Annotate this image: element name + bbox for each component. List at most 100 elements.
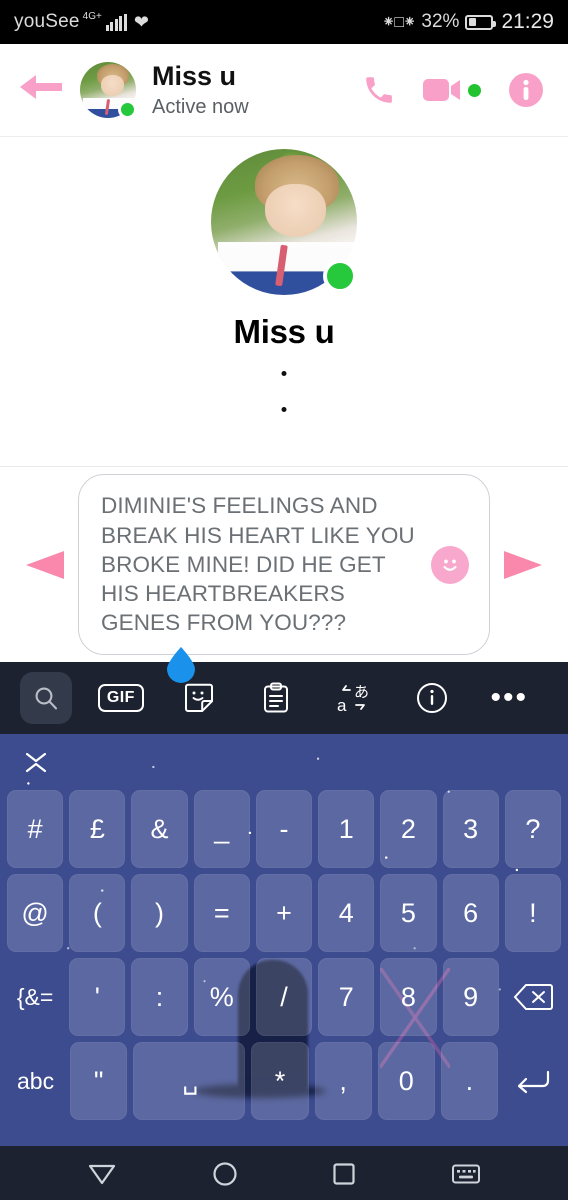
key-hyphen[interactable]: -: [255, 790, 313, 868]
avatar[interactable]: [80, 62, 137, 119]
info-button[interactable]: [508, 72, 544, 108]
video-call-button[interactable]: [423, 77, 481, 103]
key-alpha-switch[interactable]: abc: [7, 1042, 64, 1120]
call-button[interactable]: [362, 73, 396, 107]
text-cursor-handle[interactable]: [164, 646, 198, 683]
arrow-left-icon: [26, 550, 64, 579]
header-text-block[interactable]: Miss u Active now: [152, 61, 362, 118]
message-composer: DIMINIE'S FEELINGS AND BREAK HIS HEART L…: [0, 467, 568, 683]
key-underscore[interactable]: _: [193, 790, 250, 868]
key-space[interactable]: ␣: [133, 1042, 246, 1120]
key-1[interactable]: 1: [318, 790, 375, 868]
search-chip: [20, 672, 72, 724]
send-arrow-icon: [504, 550, 542, 579]
key-asterisk[interactable]: *: [251, 1042, 309, 1120]
status-bar-left: youSee 4G+ ❤: [14, 11, 149, 33]
key-enter[interactable]: [504, 1042, 561, 1120]
keyboard-rows: # £ & _ - 1 2 3 ? @ ( ) = + 4 5 6 ! {&= …: [0, 790, 568, 1120]
translate-button[interactable]: a あ: [315, 662, 393, 734]
backspace-icon: [513, 984, 553, 1010]
carrier-label: youSee: [14, 11, 80, 32]
chat-header: Miss u Active now: [0, 44, 568, 137]
nav-back-button[interactable]: [87, 1162, 117, 1186]
key-9[interactable]: 9: [442, 958, 499, 1036]
info-icon: [416, 683, 447, 713]
key-colon[interactable]: :: [131, 958, 188, 1036]
message-text: DIMINIE'S FEELINGS AND BREAK HIS HEART L…: [101, 493, 415, 636]
translate-icon: a あ: [337, 683, 369, 715]
conversation-area: Miss u: [0, 137, 568, 467]
conversation-marker-dot: [281, 371, 287, 376]
battery-percent-label: 32%: [421, 11, 460, 32]
key-plus[interactable]: +: [255, 874, 313, 952]
keyboard-info-button[interactable]: [393, 662, 471, 734]
key-symbol-switch[interactable]: {&=: [7, 958, 63, 1036]
key-ampersand[interactable]: &: [131, 790, 188, 868]
key-question[interactable]: ?: [504, 790, 561, 868]
key-2[interactable]: 2: [380, 790, 437, 868]
key-exclamation[interactable]: !: [504, 874, 561, 952]
key-slash[interactable]: /: [255, 958, 313, 1036]
key-6[interactable]: 6: [442, 874, 499, 952]
conversation-marker-dot: [281, 407, 287, 412]
clipboard-icon: [264, 682, 289, 713]
nav-recents-button[interactable]: [332, 1162, 356, 1186]
key-apostrophe[interactable]: ': [69, 958, 126, 1036]
search-button[interactable]: [20, 662, 82, 734]
signal-bars-icon: [105, 13, 127, 31]
keyboard-row: abc " ␣ * , 0 .: [4, 1042, 564, 1120]
gif-button[interactable]: GIF: [82, 662, 160, 734]
key-quote[interactable]: ": [70, 1042, 128, 1120]
online-status-dot: [118, 100, 137, 119]
key-paren-close[interactable]: ): [131, 874, 188, 952]
key-backspace[interactable]: [505, 958, 561, 1036]
message-input-wrapper: DIMINIE'S FEELINGS AND BREAK HIS HEART L…: [72, 474, 496, 683]
battery-icon: [465, 14, 497, 30]
key-3[interactable]: 3: [442, 790, 499, 868]
clipboard-button[interactable]: [237, 662, 315, 734]
key-5[interactable]: 5: [380, 874, 437, 952]
page-title: Miss u: [152, 61, 237, 92]
text-cursor-handle-icon: [167, 646, 195, 683]
key-4[interactable]: 4: [318, 874, 375, 952]
key-hash[interactable]: #: [7, 790, 64, 868]
back-button[interactable]: [18, 70, 64, 110]
online-status-dot: [323, 259, 357, 293]
video-active-dot: [468, 83, 481, 97]
key-8[interactable]: 8: [380, 958, 437, 1036]
key-paren-open[interactable]: (: [69, 874, 126, 952]
info-circle-icon: [509, 73, 543, 107]
header-actions: [362, 72, 550, 108]
message-input[interactable]: DIMINIE'S FEELINGS AND BREAK HIS HEART L…: [78, 474, 490, 655]
profile-avatar[interactable]: [211, 149, 357, 295]
hide-keyboard-icon: [451, 1164, 480, 1184]
more-options-button[interactable]: •••: [470, 662, 548, 734]
status-bar-right: ⁕□⁕ 32% 21:29: [382, 10, 554, 34]
network-type-label: 4G+: [82, 10, 102, 22]
key-comma[interactable]: ,: [314, 1042, 372, 1120]
key-period[interactable]: .: [440, 1042, 498, 1120]
enter-key-icon: [518, 1070, 550, 1094]
key-equals[interactable]: =: [193, 874, 250, 952]
nav-home-button[interactable]: [212, 1161, 238, 1187]
key-percent[interactable]: %: [193, 958, 250, 1036]
video-camera-icon: [423, 79, 460, 101]
keyboard-row: # £ & _ - 1 2 3 ?: [4, 790, 564, 868]
nav-home-icon: [213, 1162, 237, 1186]
nav-back-icon: [89, 1164, 116, 1185]
hide-keyboard-button[interactable]: [451, 1162, 481, 1186]
send-button[interactable]: [496, 547, 554, 583]
back-arrow-icon: [20, 75, 62, 99]
sticker-icon: [184, 683, 213, 712]
collapse-keyboard-button[interactable]: [0, 734, 568, 790]
nav-recents-icon: [333, 1163, 355, 1185]
key-pound[interactable]: £: [69, 790, 126, 868]
emoji-button[interactable]: [431, 545, 469, 584]
android-nav-bar: [0, 1146, 568, 1200]
key-0[interactable]: 0: [377, 1042, 435, 1120]
smiley-face-icon: [443, 559, 457, 571]
key-7[interactable]: 7: [318, 958, 375, 1036]
key-at[interactable]: @: [7, 874, 64, 952]
svg-text:あ: あ: [354, 683, 369, 701]
previous-button[interactable]: [14, 547, 72, 583]
